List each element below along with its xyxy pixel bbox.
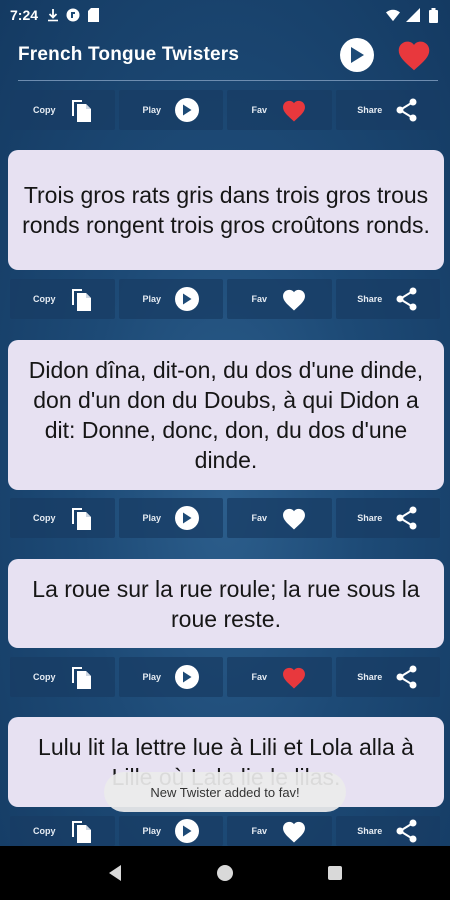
- share-icon: [396, 98, 417, 122]
- action-row: Copy Play Fav Share: [10, 90, 440, 130]
- back-button[interactable]: [95, 853, 135, 893]
- recents-icon: [328, 866, 342, 880]
- fav-label: Fav: [251, 105, 267, 115]
- play-all-button[interactable]: [340, 38, 374, 72]
- toast-message: New Twister added to fav!: [104, 772, 346, 812]
- app-bar-divider: [18, 80, 438, 81]
- twister-card: Trois gros rats gris dans trois gros tro…: [8, 150, 444, 270]
- play-button[interactable]: Play: [118, 90, 223, 130]
- system-nav-bar: [0, 846, 450, 900]
- action-row: Copy Play Fav Share: [10, 657, 440, 697]
- share-icon: [396, 506, 417, 530]
- twister-text: Trois gros rats gris dans trois gros tro…: [22, 182, 430, 238]
- action-row: Copy Play Fav Share: [10, 816, 440, 846]
- heart-icon: [283, 289, 305, 310]
- twister-card: Didon dîna, dit-on, du dos d'une dinde, …: [8, 340, 444, 490]
- copy-button[interactable]: Copy: [10, 498, 115, 538]
- share-icon: [396, 665, 417, 689]
- status-bar: 7:24: [0, 0, 450, 30]
- fav-button[interactable]: Fav: [227, 90, 332, 130]
- fav-label: Fav: [251, 672, 267, 682]
- fav-label: Fav: [251, 294, 267, 304]
- play-button[interactable]: Play: [118, 498, 223, 538]
- status-time: 7:24: [10, 7, 39, 23]
- share-icon: [396, 819, 417, 843]
- battery-icon: [426, 7, 440, 23]
- play-label: Play: [142, 513, 161, 523]
- signal-icon: [406, 8, 420, 22]
- twister-card: La roue sur la rue roule; la rue sous la…: [8, 559, 444, 648]
- share-label: Share: [357, 826, 383, 836]
- app-icon: [66, 8, 80, 22]
- copy-icon: [71, 100, 91, 122]
- share-button[interactable]: Share: [335, 90, 440, 130]
- copy-button[interactable]: Copy: [10, 90, 115, 130]
- download-icon: [46, 8, 60, 22]
- heart-icon: [283, 667, 305, 688]
- heart-icon: [398, 41, 430, 71]
- twister-text: La roue sur la rue roule; la rue sous la…: [32, 575, 420, 632]
- copy-button[interactable]: Copy: [10, 657, 115, 697]
- copy-icon: [71, 821, 91, 843]
- play-button[interactable]: Play: [118, 657, 223, 697]
- fav-label: Fav: [251, 513, 267, 523]
- home-icon: [217, 865, 233, 881]
- play-icon: [351, 47, 364, 63]
- home-button[interactable]: [205, 853, 245, 893]
- copy-label: Copy: [33, 105, 56, 115]
- share-label: Share: [357, 672, 383, 682]
- play-icon: [175, 287, 199, 311]
- share-icon: [396, 287, 417, 311]
- heart-icon: [283, 100, 305, 121]
- share-label: Share: [357, 513, 383, 523]
- copy-icon: [71, 508, 91, 530]
- action-row: Copy Play Fav Share: [10, 498, 440, 538]
- play-icon: [175, 665, 199, 689]
- fav-button[interactable]: Fav: [227, 657, 332, 697]
- app-title: French Tongue Twisters: [18, 44, 240, 65]
- sd-card-icon: [86, 8, 100, 22]
- play-button[interactable]: Play: [118, 279, 223, 319]
- twister-text: Didon dîna, dit-on, du dos d'une dinde, …: [28, 357, 424, 473]
- copy-icon: [71, 667, 91, 689]
- heart-icon: [283, 508, 305, 529]
- fav-button[interactable]: Fav: [227, 816, 332, 846]
- share-button[interactable]: Share: [335, 657, 440, 697]
- play-label: Play: [142, 672, 161, 682]
- copy-button[interactable]: Copy: [10, 279, 115, 319]
- favorites-button[interactable]: [396, 39, 432, 71]
- copy-button[interactable]: Copy: [10, 816, 115, 846]
- recents-button[interactable]: [315, 853, 355, 893]
- copy-label: Copy: [33, 513, 56, 523]
- back-icon: [109, 865, 121, 881]
- copy-label: Copy: [33, 672, 56, 682]
- fav-button[interactable]: Fav: [227, 279, 332, 319]
- copy-label: Copy: [33, 294, 56, 304]
- play-icon: [175, 819, 199, 843]
- heart-icon: [283, 821, 305, 842]
- share-label: Share: [357, 105, 383, 115]
- fav-button[interactable]: Fav: [227, 498, 332, 538]
- play-button[interactable]: Play: [118, 816, 223, 846]
- play-icon: [175, 98, 199, 122]
- wifi-icon: [386, 8, 400, 22]
- share-button[interactable]: Share: [335, 498, 440, 538]
- share-label: Share: [357, 294, 383, 304]
- play-label: Play: [142, 105, 161, 115]
- share-button[interactable]: Share: [335, 816, 440, 846]
- share-button[interactable]: Share: [335, 279, 440, 319]
- play-icon: [175, 506, 199, 530]
- play-label: Play: [142, 826, 161, 836]
- play-label: Play: [142, 294, 161, 304]
- copy-icon: [71, 289, 91, 311]
- action-row: Copy Play Fav Share: [10, 279, 440, 319]
- fav-label: Fav: [251, 826, 267, 836]
- app-bar: French Tongue Twisters: [0, 30, 450, 80]
- copy-label: Copy: [33, 826, 56, 836]
